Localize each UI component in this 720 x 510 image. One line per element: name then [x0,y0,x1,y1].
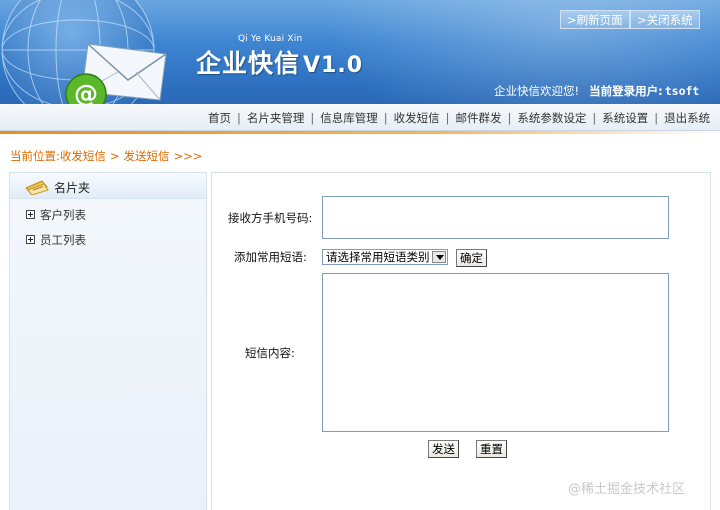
svg-text:@: @ [74,80,98,104]
breadcrumb-level2: 发送短信 [123,149,170,163]
nav-item-info-library[interactable]: 信息库管理 [320,111,378,125]
receiver-label: 接收方手机号码: [228,211,313,225]
plus-box-icon[interactable] [26,235,35,244]
sms-content-textarea[interactable] [322,273,669,432]
close-system-button[interactable]: >关闭系统 [630,10,700,29]
login-label: 当前登录用户: [589,84,663,98]
nav-separator: | [310,111,315,125]
plus-box-icon[interactable] [26,210,35,219]
sidebar-item-employees[interactable]: 员工列表 [10,228,206,253]
nav-separator: | [237,111,241,125]
phrase-category-value: 请选择常用短语类别 [326,250,430,264]
receiver-phone-input[interactable] [322,196,669,239]
nav-item-system-params[interactable]: 系统参数设定 [517,111,586,125]
chevron-down-icon[interactable] [432,251,446,263]
nav-item-mass-email[interactable]: 邮件群发 [456,111,502,125]
main-nav: 首页 | 名片夹管理 | 信息库管理 | 收发短信 | 邮件群发 | 系统参数设定 | 系统设置 | 退出系… [0,104,720,131]
refresh-page-button[interactable]: >刷新页面 [560,10,630,29]
breadcrumb-level1[interactable]: 收发短信 [60,149,106,163]
nav-separator: | [445,111,450,125]
globe-icon: @ [1,0,167,104]
nav-separator: | [507,111,512,125]
sidebar-item-customers[interactable]: 客户列表 [10,203,206,228]
nav-item-card-management[interactable]: 名片夹管理 [247,111,305,125]
username: tsoft [664,84,700,98]
nav-item-system-settings[interactable]: 系统设置 [602,111,648,125]
business-card-icon [25,180,49,195]
reset-button[interactable]: 重置 [476,440,507,458]
logo-version: V1.0 [303,53,364,78]
send-button[interactable]: 发送 [428,440,459,458]
nav-separator: | [383,111,388,125]
sidebar-title: 名片夹 [54,181,91,195]
welcome-text: 企业快信欢迎您! [494,84,580,98]
nav-item-logout[interactable]: 退出系统 [664,111,710,125]
breadcrumb-suffix: >>> [173,149,203,163]
nav-item-sms[interactable]: 收发短信 [394,111,440,125]
header-banner: @ Qi Ye Kuai Xin 企业快信 V1.0 >刷新页面 >关闭系统 企业… [0,0,720,104]
logo-title: 企业快信 V1.0 [196,44,363,80]
nav-separator: | [592,111,597,125]
sidebar-header: 名片夹 [10,173,206,199]
content-label: 短信内容: [245,346,295,360]
breadcrumb-prefix: 当前位置: [10,149,60,163]
confirm-button[interactable]: 确定 [456,249,487,267]
nav-item-home[interactable]: 首页 [208,111,231,125]
watermark: @稀土掘金技术社区 [568,482,686,497]
phrase-label: 添加常用短语: [234,250,307,264]
sidebar-item-label: 员工列表 [40,233,86,247]
phrase-category-select[interactable]: 请选择常用短语类别 [322,249,448,265]
nav-items: 首页 | 名片夹管理 | 信息库管理 | 收发短信 | 邮件群发 | 系统参数设定 | 系统设置 | 退出系… [208,110,710,126]
sidebar: 名片夹 客户列表 员工列表 [9,172,207,510]
breadcrumb: 当前位置:收发短信 > 发送短信 >>> [10,148,202,164]
breadcrumb-separator: > [109,149,120,163]
logo-pinyin: Qi Ye Kuai Xin [238,34,303,44]
accent-divider [0,131,720,134]
sidebar-item-label: 客户列表 [40,208,86,222]
welcome-bar: 企业快信欢迎您! 当前登录用户: tsoft [494,83,699,99]
logo-title-text: 企业快信 [196,49,301,78]
send-sms-panel: 接收方手机号码: 添加常用短语: 请选择常用短语类别 确定 短信内容: 发送 重… [211,172,711,510]
nav-separator: | [654,111,659,125]
